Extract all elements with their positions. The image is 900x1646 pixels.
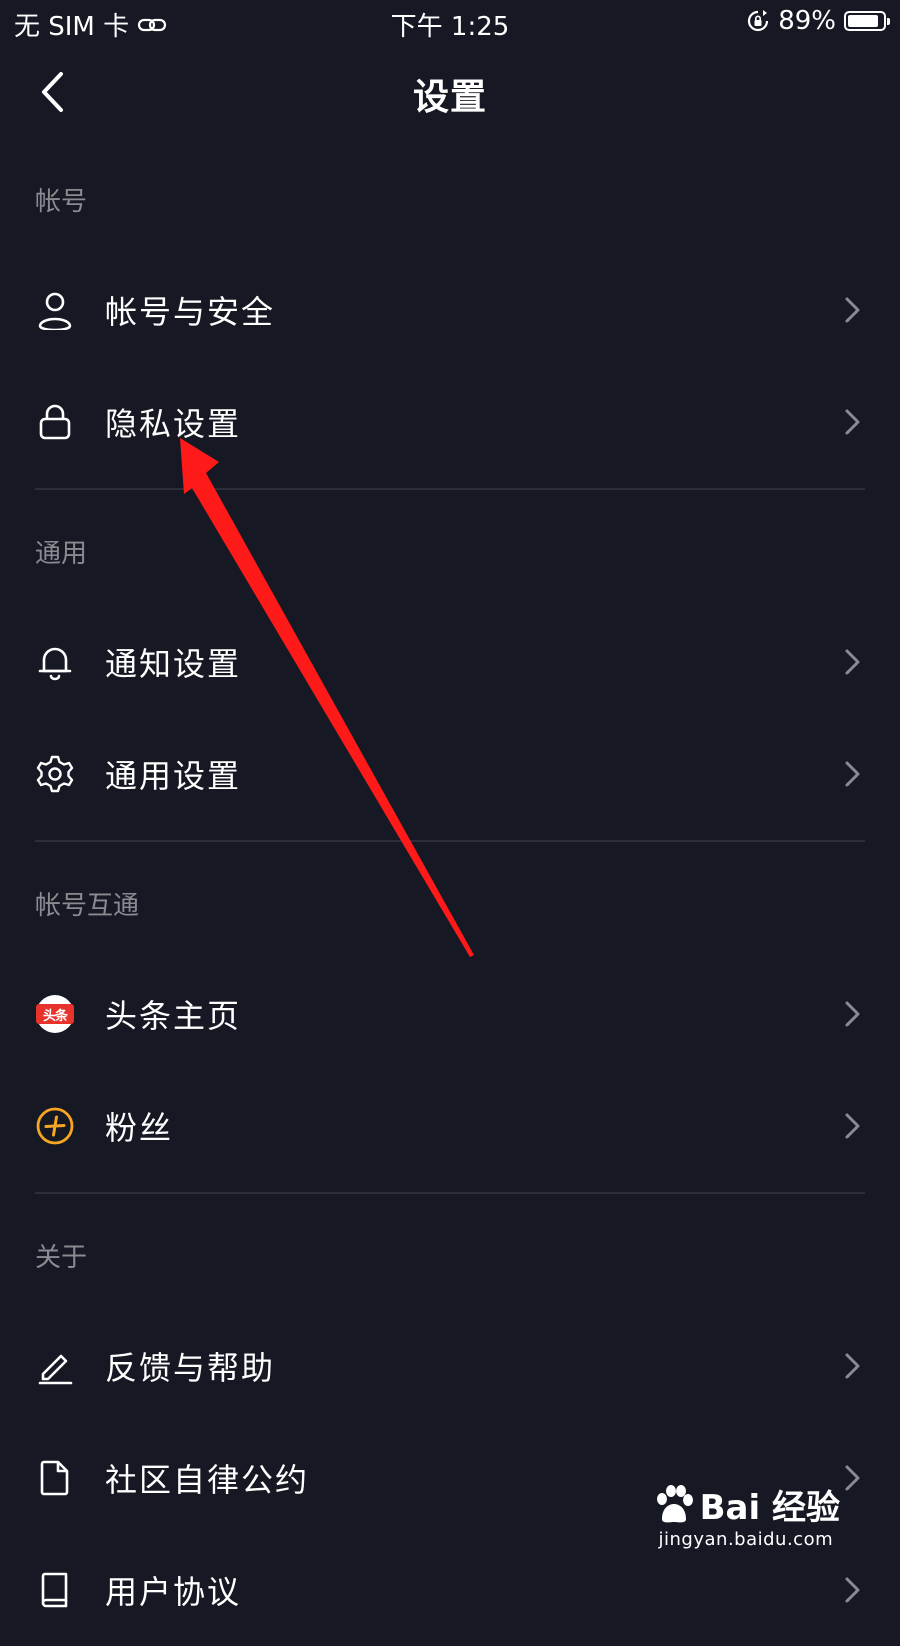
book-icon	[35, 1570, 75, 1610]
settings-list: 帐号 帐号与安全 隐私设置 通用 通知设置 通用设置 帐号互通 头条 头条主页 …	[0, 138, 900, 1646]
watermark-brand-text: Bai 经验	[699, 1488, 840, 1528]
section-title-general: 通用	[35, 539, 88, 569]
nav-bar: 设置	[0, 46, 900, 138]
paw-logo-icon	[656, 1484, 693, 1522]
row-label: 通用设置	[105, 757, 242, 795]
chevron-right-icon	[845, 1353, 860, 1379]
rotation-lock-icon	[748, 10, 769, 32]
section-title-about: 关于	[35, 1243, 88, 1273]
row-account-security[interactable]: 帐号与安全	[0, 254, 900, 366]
row-label: 通知设置	[105, 645, 242, 683]
row-label: 头条主页	[105, 997, 242, 1035]
row-label: 隐私设置	[105, 405, 242, 443]
battery-fill	[848, 15, 879, 27]
lock-icon	[35, 402, 75, 442]
status-right: 89%	[746, 6, 890, 36]
bell-icon	[35, 642, 75, 682]
chevron-right-icon	[845, 1465, 860, 1491]
battery-icon	[844, 11, 890, 31]
section-title-account: 帐号	[35, 187, 88, 217]
page-title: 设置	[412, 77, 487, 118]
section-title-account-linking: 帐号互通	[35, 891, 140, 921]
row-label: 帐号与安全	[105, 293, 276, 331]
row-fans[interactable]: 粉丝	[0, 1070, 900, 1182]
row-notification-settings[interactable]: 通知设置	[0, 606, 900, 718]
gear-icon	[35, 754, 75, 794]
toutiao-logo-text: 头条	[36, 1004, 74, 1024]
watermark-url: jingyan.baidu.com	[658, 1529, 834, 1550]
chevron-right-icon	[845, 409, 860, 435]
toutiao-icon: 头条	[35, 994, 75, 1034]
toutiao-badge: 头条	[36, 995, 74, 1033]
chevron-right-icon	[845, 1113, 860, 1139]
row-label: 反馈与帮助	[105, 1349, 276, 1387]
row-toutiao-homepage[interactable]: 头条 头条主页	[0, 958, 900, 1070]
document-icon	[35, 1458, 75, 1498]
row-feedback-help[interactable]: 反馈与帮助	[0, 1310, 900, 1422]
battery-percent: 89%	[778, 6, 836, 36]
row-label: 社区自律公约	[105, 1461, 310, 1499]
chevron-right-icon	[845, 1001, 860, 1027]
row-general-settings[interactable]: 通用设置	[0, 718, 900, 830]
row-privacy-settings[interactable]: 隐私设置	[0, 366, 900, 478]
row-label: 粉丝	[105, 1109, 174, 1147]
user-icon	[35, 290, 75, 330]
pencil-icon	[35, 1346, 75, 1386]
battery-tip	[887, 18, 890, 25]
chevron-right-icon	[845, 761, 860, 787]
chevron-right-icon	[845, 649, 860, 675]
baidu-jingyan-watermark: Bai 经验 jingyan.baidu.com	[652, 1480, 840, 1550]
fans-plus-icon	[35, 1106, 75, 1146]
row-label: 用户协议	[105, 1573, 242, 1611]
status-bar: 无 SIM 卡 下午 1:25 89%	[0, 0, 900, 46]
row-user-agreement[interactable]: 用户协议	[0, 1534, 900, 1646]
chevron-right-icon	[845, 297, 860, 323]
watermark-brand: Bai 经验	[652, 1480, 840, 1529]
